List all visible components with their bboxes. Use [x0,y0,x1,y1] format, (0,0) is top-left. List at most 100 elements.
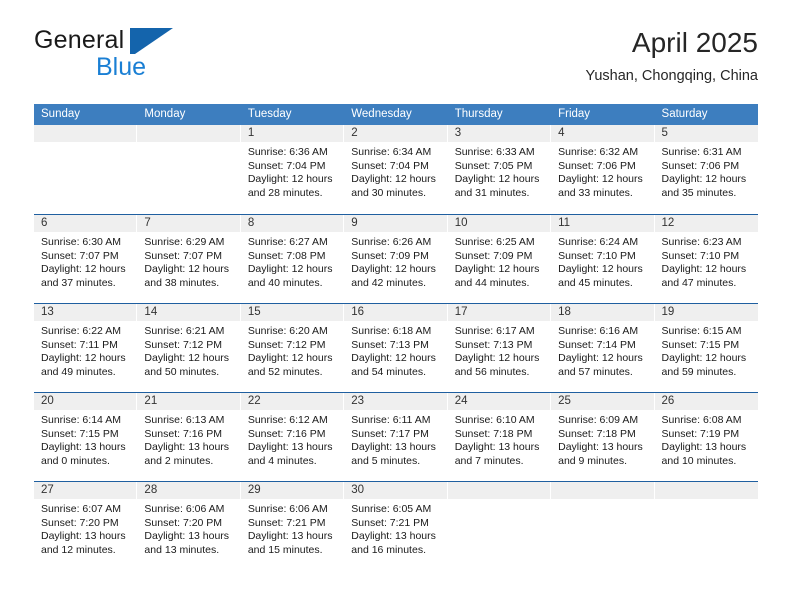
sunset-time: Sunset: 7:21 PM [247,516,326,529]
calendar-day-cell[interactable]: 21 Sunrise: 6:13 AM Sunset: 7:16 PM Dayligh… [137,393,241,481]
day-details: Sunrise: 6:08 AM Sunset: 7:19 PM Daylight:… [655,410,758,468]
sunrise-time: Sunrise: 6:32 AM [558,146,639,158]
day-number-band: 1 [240,125,345,142]
calendar-day-cell[interactable]: 27 Sunrise: 6:07 AM Sunset: 7:20 PM Dayligh… [34,482,138,570]
daylight-duration-line2: and 28 minutes. [247,186,323,199]
day-number-band: 9 [344,215,448,232]
sunset-time: Sunset: 7:16 PM [247,427,326,440]
weekday-header-wednesday: Wednesday [351,108,412,120]
calendar-day-cell[interactable]: 16 Sunrise: 6:18 AM Sunset: 7:13 PM Dayligh… [344,304,448,392]
day-number: 30 [351,484,365,496]
day-number: 8 [247,217,255,229]
sunset-time: Sunset: 7:07 PM [41,249,119,262]
day-details: Sunrise: 6:15 AM Sunset: 7:15 PM Daylight:… [655,321,758,379]
brand-logo[interactable]: General Blue [34,26,274,88]
title-block: April 2025 Yushan, Chongqing, China [585,26,758,86]
calendar-day-cell[interactable]: 3 Sunrise: 6:33 AM Sunset: 7:05 PM Daylight… [447,125,552,214]
daylight-duration-line2: and 37 minutes. [41,276,116,289]
day-number-band: 4 [551,125,655,142]
daylight-duration-line1: Daylight: 12 hours [661,263,747,276]
day-number-band: 28 [137,482,241,499]
sunrise-time: Sunrise: 6:34 AM [351,146,432,158]
day-details: Sunrise: 6:17 AM Sunset: 7:13 PM Daylight:… [448,321,551,379]
page-subtitle: Yushan, Chongqing, China [585,68,758,84]
daylight-duration-line1: Daylight: 13 hours [247,530,333,543]
daylight-duration-line1: Daylight: 13 hours [661,441,747,454]
weekday-header-sunday: Sunday [41,108,81,120]
calendar-day-cell[interactable]: 8 Sunrise: 6:27 AM Sunset: 7:08 PM Daylight… [240,215,345,303]
calendar-grid: Sunday Monday Tuesday Wednesday Thursday Frid… [34,104,758,570]
daylight-duration-line1: Daylight: 12 hours [144,263,230,276]
page-title: April 2025 [631,27,758,58]
calendar-day-cell-empty [447,482,552,570]
calendar-day-cell[interactable]: 4 Sunrise: 6:32 AM Sunset: 7:06 PM Daylight… [551,125,655,214]
calendar-day-cell[interactable]: 30 Sunrise: 6:05 AM Sunset: 7:21 PM Dayligh… [344,482,448,570]
day-number-band: 30 [344,482,448,499]
calendar-week-row: 1 Sunrise: 6:36 AM Sunset: 7:04 PM Daylight… [34,125,758,214]
sunrise-time: Sunrise: 6:07 AM [41,503,121,515]
calendar-day-cell[interactable]: 13 Sunrise: 6:22 AM Sunset: 7:11 PM Dayligh… [34,304,138,392]
sunrise-time: Sunrise: 6:27 AM [247,236,328,248]
sunset-time: Sunset: 7:05 PM [454,159,533,172]
weekday-header-row: Sunday Monday Tuesday Wednesday Thursday Frid… [34,104,758,125]
calendar-day-cell[interactable]: 10 Sunrise: 6:25 AM Sunset: 7:09 PM Dayligh… [447,215,552,303]
daylight-duration-line1: Daylight: 12 hours [558,263,643,276]
calendar-day-cell[interactable]: 19 Sunrise: 6:15 AM Sunset: 7:15 PM Dayligh… [654,304,758,392]
calendar-day-cell[interactable]: 9 Sunrise: 6:26 AM Sunset: 7:09 PM Daylight… [344,215,448,303]
calendar-day-cell-empty [551,482,655,570]
day-details: Sunrise: 6:22 AM Sunset: 7:11 PM Daylight:… [34,321,137,379]
day-details: Sunrise: 6:31 AM Sunset: 7:06 PM Daylight:… [655,142,758,200]
daylight-duration-line2: and 59 minutes. [661,365,737,378]
day-number-band [137,125,241,142]
weekday-header-friday: Friday [558,108,591,120]
day-number: 4 [558,127,565,139]
calendar-day-cell[interactable]: 12 Sunrise: 6:23 AM Sunset: 7:10 PM Dayligh… [654,215,758,303]
daylight-duration-line1: Daylight: 12 hours [558,352,643,365]
calendar-week-row: 20 Sunrise: 6:14 AM Sunset: 7:15 PM Dayligh… [34,392,758,481]
daylight-duration-line2: and 38 minutes. [144,276,220,289]
day-number-band: 10 [447,215,552,232]
sunrise-time: Sunrise: 6:13 AM [144,414,225,426]
calendar-day-cell[interactable]: 20 Sunrise: 6:14 AM Sunset: 7:15 PM Dayligh… [34,393,138,481]
day-details: Sunrise: 6:09 AM Sunset: 7:18 PM Daylight:… [551,410,654,468]
sunset-time: Sunset: 7:20 PM [144,516,223,529]
calendar-day-cell[interactable]: 23 Sunrise: 6:11 AM Sunset: 7:17 PM Dayligh… [344,393,448,481]
calendar-day-cell[interactable]: 18 Sunrise: 6:16 AM Sunset: 7:14 PM Dayligh… [551,304,655,392]
sunset-time: Sunset: 7:06 PM [661,159,740,172]
sunrise-time: Sunrise: 6:24 AM [558,236,639,248]
calendar-day-cell[interactable]: 14 Sunrise: 6:21 AM Sunset: 7:12 PM Dayligh… [137,304,241,392]
daylight-duration-line1: Daylight: 13 hours [558,441,643,454]
daylight-duration-line2: and 0 minutes. [41,454,110,467]
calendar-day-cell[interactable]: 26 Sunrise: 6:08 AM Sunset: 7:19 PM Dayligh… [654,393,758,481]
sunset-time: Sunset: 7:13 PM [454,338,533,351]
calendar-day-cell[interactable]: 28 Sunrise: 6:06 AM Sunset: 7:20 PM Dayligh… [137,482,241,570]
daylight-duration-line2: and 47 minutes. [661,276,737,289]
sunrise-time: Sunrise: 6:18 AM [351,325,432,337]
daylight-duration-line1: Daylight: 12 hours [351,352,436,365]
calendar-day-cell[interactable]: 25 Sunrise: 6:09 AM Sunset: 7:18 PM Dayligh… [551,393,655,481]
calendar-day-cell[interactable]: 29 Sunrise: 6:06 AM Sunset: 7:21 PM Dayligh… [240,482,345,570]
calendar-day-cell[interactable]: 6 Sunrise: 6:30 AM Sunset: 7:07 PM Daylight… [34,215,138,303]
day-number-band: 3 [447,125,552,142]
daylight-duration-line2: and 33 minutes. [558,186,633,199]
day-details: Sunrise: 6:13 AM Sunset: 7:16 PM Daylight:… [137,410,240,468]
calendar-day-cell[interactable]: 11 Sunrise: 6:24 AM Sunset: 7:10 PM Dayligh… [551,215,655,303]
sunrise-time: Sunrise: 6:30 AM [41,236,121,248]
calendar-day-cell[interactable]: 5 Sunrise: 6:31 AM Sunset: 7:06 PM Daylight… [654,125,758,214]
daylight-duration-line1: Daylight: 13 hours [351,530,436,543]
calendar-day-cell[interactable]: 15 Sunrise: 6:20 AM Sunset: 7:12 PM Dayligh… [240,304,345,392]
day-number: 27 [41,484,54,496]
calendar-day-cell[interactable]: 17 Sunrise: 6:17 AM Sunset: 7:13 PM Dayligh… [447,304,552,392]
calendar-day-cell[interactable]: 22 Sunrise: 6:12 AM Sunset: 7:16 PM Dayligh… [240,393,345,481]
daylight-duration-line1: Daylight: 12 hours [144,352,230,365]
daylight-duration-line2: and 7 minutes. [454,454,524,467]
day-details: Sunrise: 6:14 AM Sunset: 7:15 PM Daylight:… [34,410,137,468]
sunset-time: Sunset: 7:21 PM [351,516,429,529]
day-number-band: 2 [344,125,448,142]
calendar-day-cell[interactable]: 7 Sunrise: 6:29 AM Sunset: 7:07 PM Daylight… [137,215,241,303]
calendar-day-cell[interactable]: 1 Sunrise: 6:36 AM Sunset: 7:04 PM Daylight… [240,125,345,214]
calendar-day-cell[interactable]: 2 Sunrise: 6:34 AM Sunset: 7:04 PM Daylight… [344,125,448,214]
daylight-duration-line2: and 45 minutes. [558,276,633,289]
sunset-time: Sunset: 7:14 PM [558,338,636,351]
calendar-day-cell[interactable]: 24 Sunrise: 6:10 AM Sunset: 7:18 PM Dayligh… [447,393,552,481]
